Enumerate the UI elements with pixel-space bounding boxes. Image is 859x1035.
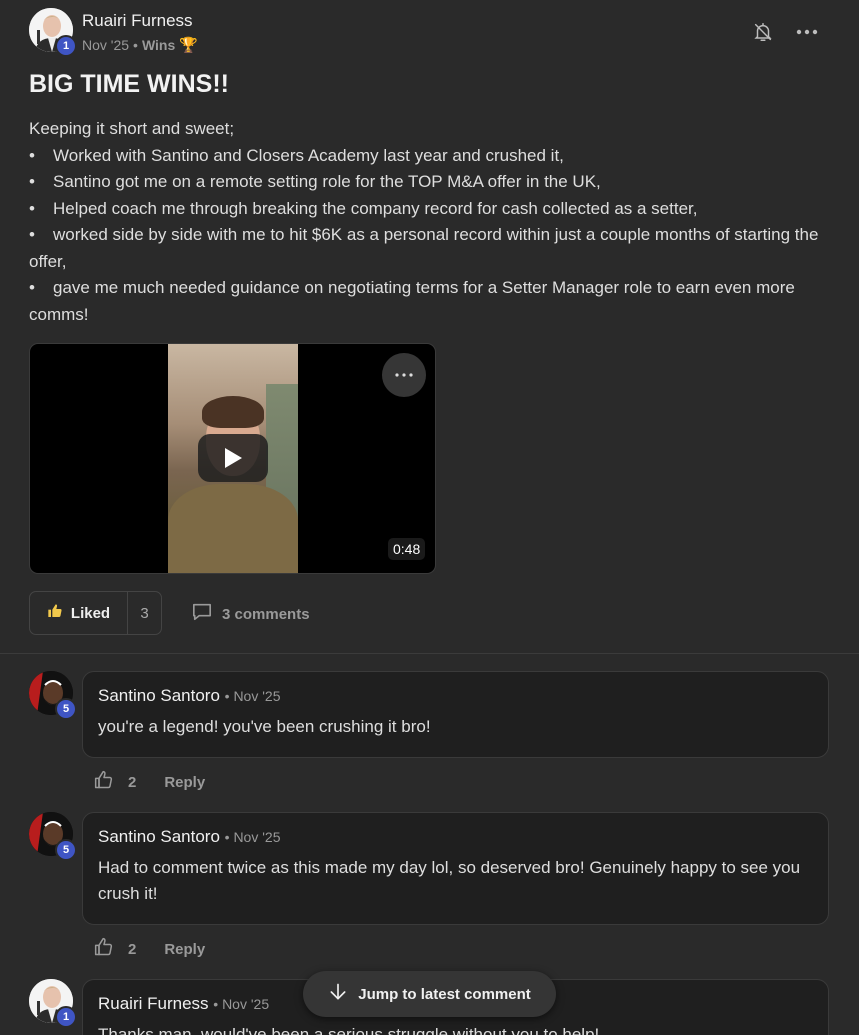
comment-text: you're a legend! you've been crushing it… [98, 717, 431, 736]
post-bullet: worked side by side with me to hit $6K a… [29, 222, 829, 275]
like-count[interactable]: 3 [128, 592, 161, 634]
post-author-name[interactable]: Ruairi Furness [82, 11, 193, 31]
comments-count-label: 3 comments [222, 605, 310, 623]
comment-date: • Nov '25 [224, 829, 281, 845]
thumbs-up-filled-icon [47, 603, 63, 623]
thumbs-up-icon[interactable] [94, 937, 114, 961]
play-icon [225, 448, 242, 468]
comment-author[interactable]: Ruairi Furness [98, 994, 209, 1013]
comment-like-count: 2 [128, 940, 137, 958]
comment-actions: 2 Reply [94, 770, 205, 794]
comment-text: Had to comment twice as this made my day… [98, 858, 801, 903]
more-options-icon[interactable] [795, 20, 819, 44]
post-date: Nov '25 [82, 37, 130, 53]
post-meta: Nov '25 • Wins 🏆 [82, 36, 198, 54]
post-bullet: Worked with Santino and Closers Academy … [29, 143, 829, 170]
comment-author[interactable]: Santino Santoro [98, 686, 220, 705]
commenter-level-badge: 1 [55, 1006, 77, 1028]
video-more-button[interactable] [382, 353, 426, 397]
video-duration: 0:48 [388, 538, 426, 560]
arrow-down-icon [328, 982, 348, 1006]
like-control: Liked 3 [29, 591, 162, 635]
comment-date: • Nov '25 [224, 688, 281, 704]
like-button[interactable]: Liked [30, 592, 128, 634]
ellipsis-icon [395, 373, 413, 377]
comment-header: Ruairi Furness • Nov '25 [98, 994, 269, 1014]
comment-header: Santino Santoro • Nov '25 [98, 827, 280, 847]
reply-button[interactable]: Reply [164, 774, 205, 791]
comments-link[interactable]: 3 comments [191, 602, 310, 626]
comment-bubble-icon [191, 602, 213, 626]
commenter-level-badge: 5 [55, 839, 77, 861]
comment-like-count: 2 [128, 773, 137, 791]
comment-actions: 2 Reply [94, 937, 205, 961]
play-button[interactable] [198, 434, 268, 482]
comment-author[interactable]: Santino Santoro [98, 827, 220, 846]
liked-label: Liked [70, 604, 111, 622]
comment-bubble: Santino Santoro • Nov '25 Had to comment… [82, 812, 829, 925]
author-level-badge: 1 [55, 35, 77, 57]
commenter-level-badge: 5 [55, 698, 77, 720]
jump-to-latest-comment-button[interactable]: Jump to latest comment [303, 971, 556, 1017]
meta-separator: • [133, 37, 138, 53]
trophy-icon: 🏆 [179, 37, 198, 54]
post-title: BIG TIME WINS!! [29, 70, 229, 98]
comment-date: • Nov '25 [213, 996, 270, 1012]
thumbs-up-icon[interactable] [94, 770, 114, 794]
jump-label: Jump to latest comment [358, 985, 531, 1003]
video-player[interactable]: 0:48 [29, 343, 436, 574]
post-intro: Keeping it short and sweet; [29, 119, 235, 138]
bell-off-icon[interactable] [751, 20, 775, 44]
post-category[interactable]: Wins [142, 37, 175, 53]
post-bullet: Santino got me on a remote setting role … [29, 169, 829, 196]
post-body: Keeping it short and sweet; Worked with … [29, 116, 829, 328]
comment-bubble: Santino Santoro • Nov '25 you're a legen… [82, 671, 829, 758]
comment-header: Santino Santoro • Nov '25 [98, 686, 280, 706]
comment-text: Thanks man, would've been a serious stru… [98, 1025, 600, 1035]
reply-button[interactable]: Reply [164, 941, 205, 958]
divider [0, 653, 859, 654]
post-bullet: gave me much needed guidance on negotiat… [29, 275, 829, 328]
post-bullet: Helped coach me through breaking the com… [29, 196, 829, 223]
